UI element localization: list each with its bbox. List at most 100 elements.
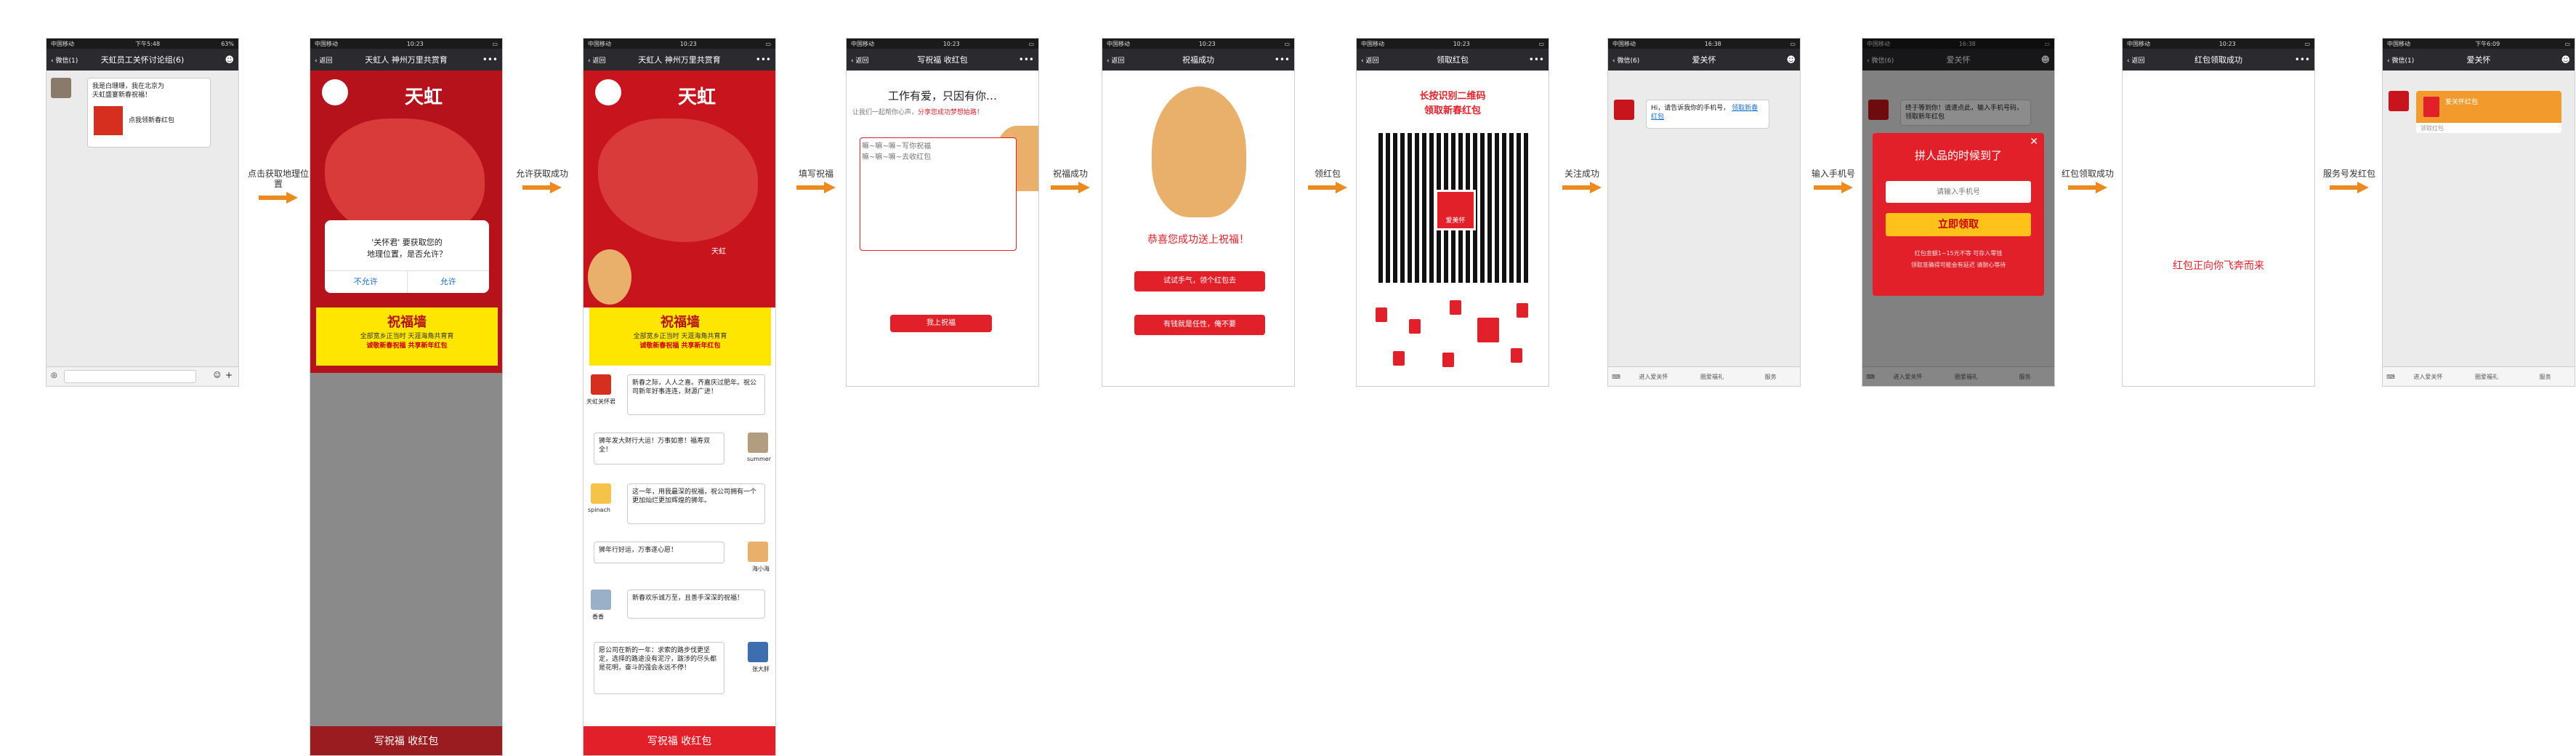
nav-bar: ‹ 微信(1) 天虹员工关怀讨论组(6) ☻ bbox=[47, 49, 238, 71]
carrier: 中国移动 bbox=[1107, 40, 1130, 47]
back-button[interactable]: ‹ 返回 bbox=[851, 55, 868, 65]
group-members-icon[interactable]: ☻ bbox=[225, 55, 234, 65]
author-name: 天虹关怀君 bbox=[586, 398, 615, 405]
back-button[interactable]: ‹ 返回 bbox=[1361, 55, 1378, 65]
back-button[interactable]: ‹ 返回 bbox=[1107, 55, 1124, 65]
phone-input[interactable] bbox=[1886, 181, 2031, 203]
keyboard-icon[interactable]: ⌨ bbox=[1608, 374, 1624, 380]
message-input[interactable] bbox=[64, 370, 196, 383]
try-luck-button[interactable]: 试试手气，领个红包去 bbox=[1134, 271, 1265, 291]
nav-bar: ‹ 返回 领取红包 ••• bbox=[1357, 49, 1549, 71]
status-bar: 中国移动 10:23 ▭ bbox=[1102, 39, 1294, 49]
message-card[interactable]: 我是白珊珊，我在北京为 天虹盛宴新春祝福！ 点我领新春红包 bbox=[87, 78, 211, 148]
arrow-right-icon bbox=[796, 182, 836, 193]
map-city-label: 天虹 bbox=[711, 248, 726, 256]
claim-button[interactable]: 立即领取 bbox=[1886, 213, 2031, 236]
wall-message-3: 狮年行好运，万事遂心愿！ 海小海 bbox=[584, 542, 775, 585]
red-packet-icon bbox=[2423, 97, 2439, 117]
back-button[interactable]: ‹ 返回 bbox=[588, 55, 605, 65]
battery-icon: ▭ bbox=[2564, 40, 2570, 47]
red-packet-icon bbox=[1511, 348, 1522, 363]
message-link[interactable]: 点我领新春红包 bbox=[129, 116, 174, 125]
back-button[interactable]: ‹ 返回 bbox=[315, 55, 332, 65]
decline-button[interactable]: 有钱就是任性，俺不要 bbox=[1134, 315, 1265, 335]
account-menu: ⌨ 进入爱关怀 圈爱福礼 服务 bbox=[2383, 366, 2575, 386]
battery-icon: ▭ bbox=[1790, 40, 1796, 47]
allow-button[interactable]: 允许 bbox=[408, 271, 490, 293]
more-icon[interactable]: ••• bbox=[756, 55, 771, 65]
menu-service[interactable]: 服务 bbox=[2516, 373, 2575, 381]
battery-icon: ▭ bbox=[1538, 40, 1544, 47]
back-button[interactable]: ‹ 微信(6) bbox=[1612, 55, 1639, 65]
back-button[interactable]: ‹ 微信(1) bbox=[51, 55, 78, 65]
avatar bbox=[748, 642, 768, 662]
more-icon[interactable]: ••• bbox=[1275, 55, 1290, 65]
flow-arrow-4: 祝福成功 bbox=[1039, 169, 1102, 193]
arrow-label: 输入手机号 bbox=[1811, 169, 1855, 179]
message-bubble: Hi，请告诉我你的手机号， 领取新春红包 bbox=[1646, 100, 1769, 129]
voice-icon[interactable]: ◎ bbox=[51, 371, 57, 379]
battery-icon: ▭ bbox=[765, 40, 771, 47]
menu-enter[interactable]: 进入爱关怀 bbox=[1624, 373, 1683, 381]
menu-enter[interactable]: 进入爱关怀 bbox=[2399, 373, 2458, 381]
keyboard-icon[interactable]: ⌨ bbox=[2383, 374, 2399, 380]
profile-icon[interactable]: ☻ bbox=[1786, 55, 1796, 65]
emoji-icon[interactable]: ☺ bbox=[214, 371, 221, 379]
red-packet-card[interactable]: 爱关怀红包 领取红包 bbox=[2416, 91, 2561, 133]
profile-icon[interactable]: ☻ bbox=[2561, 55, 2570, 65]
write-blessing-button[interactable]: 写祝福 收红包 bbox=[584, 726, 775, 755]
arrow-label: 服务号发红包 bbox=[2322, 169, 2375, 179]
blessing-textarea[interactable] bbox=[860, 137, 1017, 251]
red-packet-icon bbox=[1393, 351, 1405, 366]
submit-blessing-button[interactable]: 我上祝福 bbox=[890, 315, 992, 332]
avatar bbox=[591, 374, 611, 395]
message-text: 愿公司在新的一年：求索的路步伐更坚定，选择的路途没有泥泞，跋涉的尽头都是花明，奋… bbox=[594, 642, 724, 694]
more-icon[interactable]: ••• bbox=[1019, 55, 1034, 65]
message-text: 这一年，用我最深的祝福，祝公司拥有一个更加灿烂更加辉煌的狮年。 bbox=[627, 483, 765, 524]
battery: 63% bbox=[221, 40, 234, 47]
deny-button[interactable]: 不允许 bbox=[325, 271, 408, 293]
arrow-right-icon bbox=[259, 192, 298, 204]
red-packet-icon bbox=[1442, 353, 1454, 367]
qr-label: 爱美怀 bbox=[1445, 217, 1466, 225]
arrow-label: 允许获取成功 bbox=[515, 169, 568, 179]
avatar bbox=[591, 590, 611, 610]
back-button[interactable]: ‹ 返回 bbox=[2127, 55, 2144, 65]
author-name: 张大胖 bbox=[752, 666, 770, 672]
screen-permission: 中国移动 10:23 ▭ ‹ 返回 天虹人 神州万里共赏育 ••• 天虹 '关怀君'… bbox=[310, 38, 503, 756]
page-title: 领取红包 bbox=[1437, 55, 1469, 65]
qr-code[interactable]: 爱美怀 bbox=[1378, 133, 1528, 283]
screen-write-blessing: 中国移动 10:23 ▭ ‹ 返回 写祝福 收红包 ••• 工作有爱，只因有你… 让… bbox=[846, 38, 1039, 387]
screen-blessing-success: 中国移动 10:23 ▭ ‹ 返回 祝福成功 ••• 恭喜您成功送上祝福！ 试试手气… bbox=[1102, 38, 1295, 387]
more-icon[interactable]: ••• bbox=[483, 55, 498, 65]
plus-icon[interactable]: + bbox=[225, 370, 233, 380]
screen-blessing-wall: 中国移动 10:23 ▭ ‹ 返回 天虹人 神州万里共赏育 ••• 天虹 天虹 祝福… bbox=[583, 38, 776, 756]
back-button[interactable]: ‹ 微信(1) bbox=[2387, 55, 2414, 65]
sender-avatar bbox=[51, 78, 71, 98]
message-text: 新春之际，人人之喜。齐嘉庆过肥年。祝公司新年好事连连，财源广进！ bbox=[627, 374, 765, 415]
arrow-label: 关注成功 bbox=[1564, 169, 1599, 179]
input-bar: ◎ ☺ + bbox=[47, 366, 238, 386]
message-thumb bbox=[94, 106, 123, 135]
subheading-prefix: 让我们一起帮你心声， bbox=[852, 109, 918, 116]
back-label: 返回 bbox=[592, 57, 606, 65]
dialog-text-1: '关怀君' 要获取您的 bbox=[371, 238, 443, 247]
close-icon[interactable]: ✕ bbox=[2030, 136, 2038, 148]
flow-arrow-8: 红包领取成功 bbox=[2056, 169, 2119, 193]
more-icon[interactable]: ••• bbox=[1529, 55, 1544, 65]
menu-gifts[interactable]: 圈爱福礼 bbox=[1683, 373, 1742, 381]
carrier: 中国移动 bbox=[2387, 40, 2410, 47]
popup-note-2: 领取准确得可能会有延迟 请耐心等待 bbox=[1910, 262, 2006, 268]
write-blessing-button[interactable]: 写祝福 收红包 bbox=[310, 726, 502, 755]
avatar bbox=[591, 483, 611, 504]
card-title: 爱关怀红包 bbox=[2445, 99, 2479, 106]
arrow-right-icon bbox=[522, 182, 562, 193]
page-title: 写祝福 收红包 bbox=[917, 55, 968, 65]
menu-gifts[interactable]: 圈爱福礼 bbox=[2458, 373, 2516, 381]
account-avatar bbox=[2389, 91, 2409, 111]
message-line-1: 我是白珊珊，我在北京为 bbox=[92, 83, 165, 90]
nav-bar: ‹ 返回 写祝福 收红包 ••• bbox=[847, 49, 1038, 71]
more-icon[interactable]: ••• bbox=[2295, 55, 2310, 65]
carrier: 中国移动 bbox=[1612, 40, 1636, 47]
menu-service[interactable]: 服务 bbox=[1741, 373, 1800, 381]
